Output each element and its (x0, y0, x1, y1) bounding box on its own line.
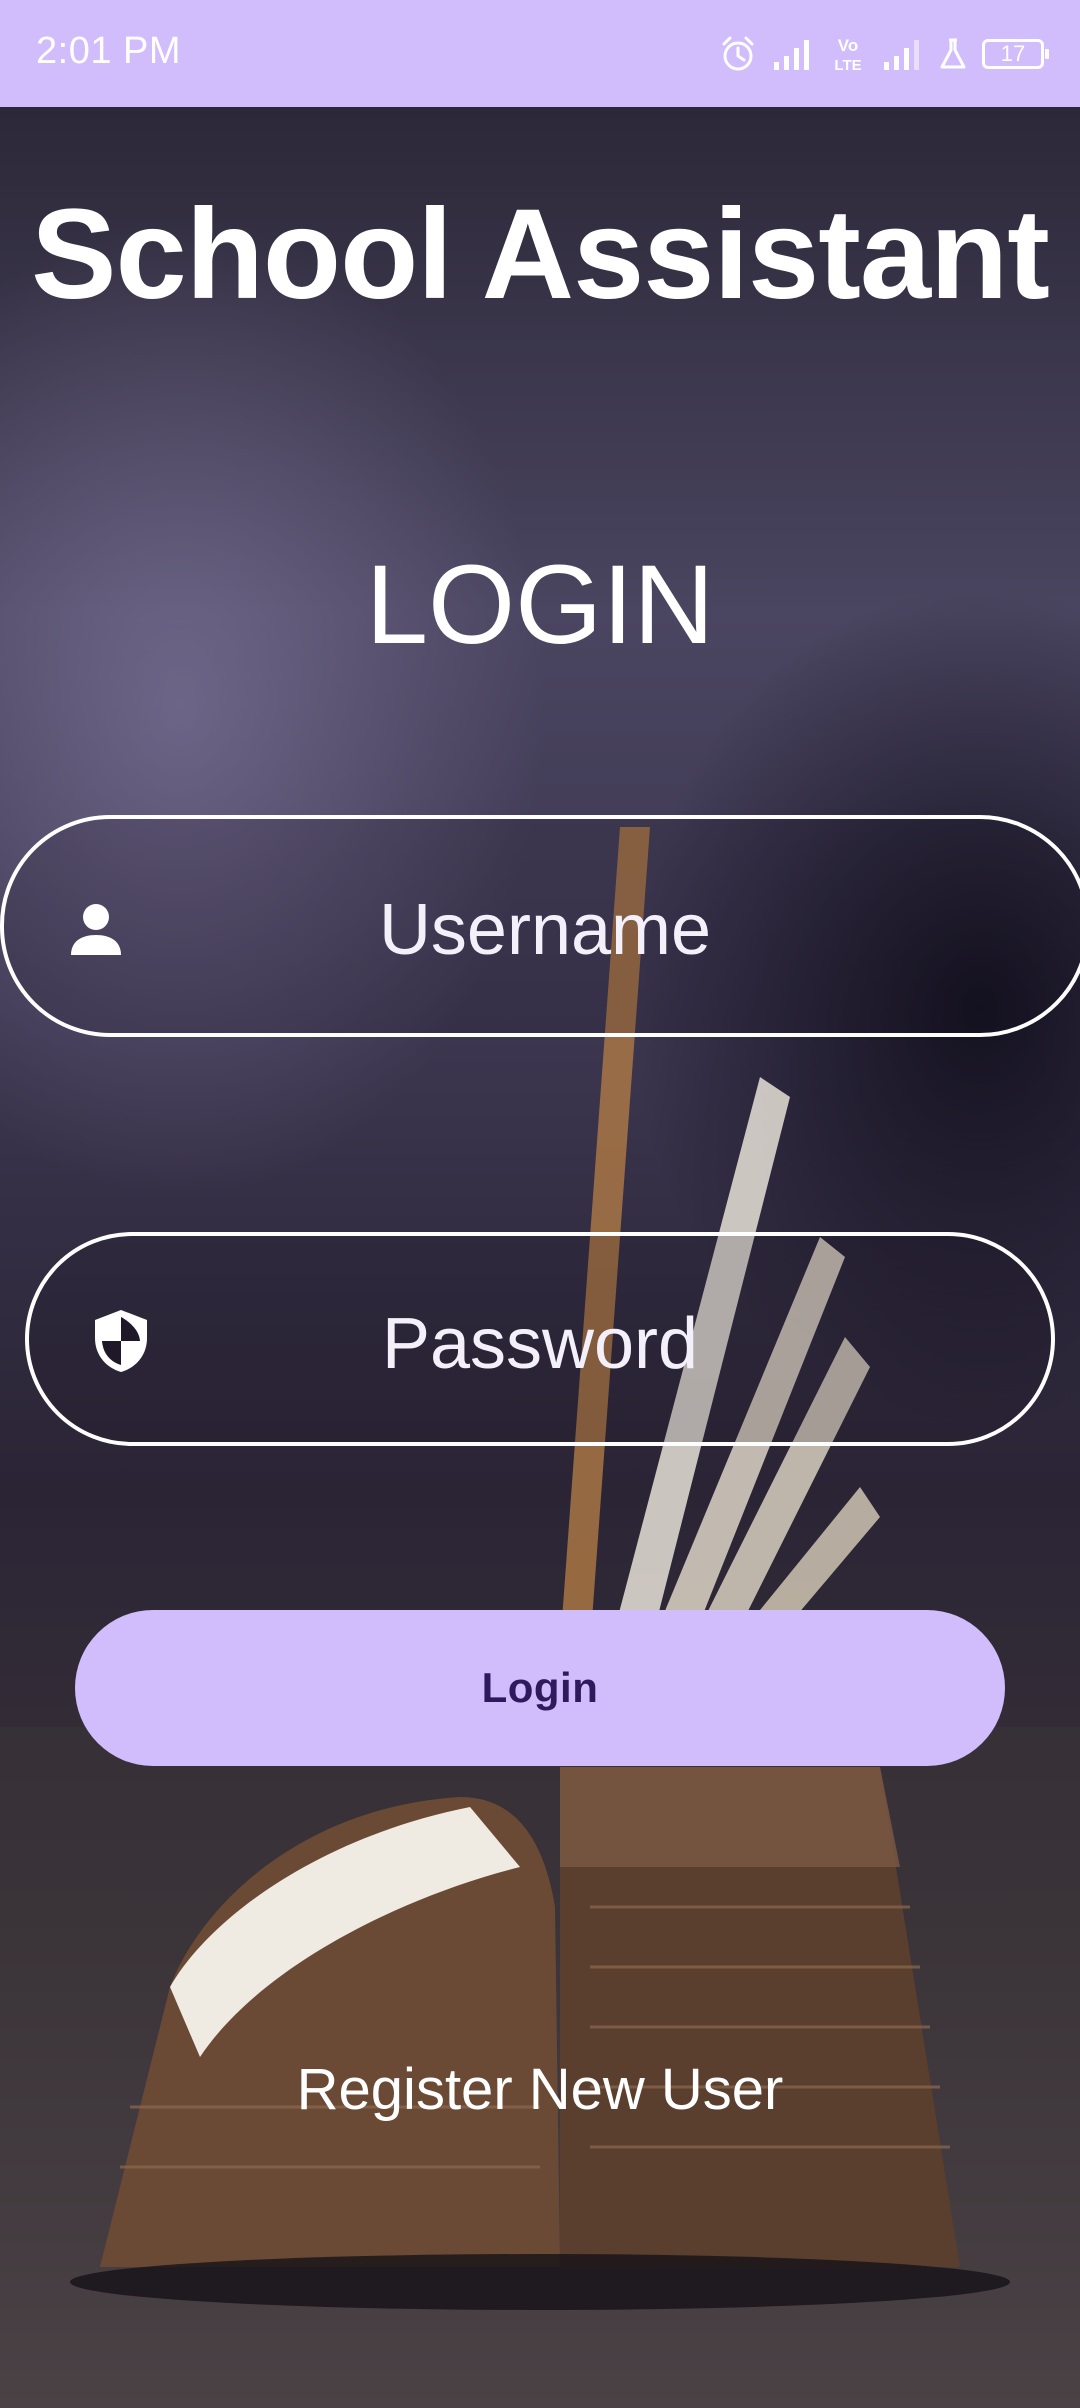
username-field[interactable]: Username (0, 815, 1080, 1037)
login-heading: LOGIN (365, 542, 715, 667)
status-bar: 2:01 PM Vo LTE 17 (0, 0, 1080, 107)
signal-icon (882, 36, 924, 72)
password-placeholder: Password (381, 1304, 699, 1384)
lab-flask-icon (938, 36, 968, 72)
battery-icon: 17 (982, 39, 1049, 69)
username-placeholder: Username (378, 890, 712, 970)
volte-icon: Vo LTE (828, 34, 868, 74)
person-icon (68, 903, 124, 962)
login-button[interactable]: Login (75, 1610, 1005, 1766)
password-field[interactable]: Password (25, 1232, 1055, 1446)
signal-icon (772, 36, 814, 72)
register-new-user-link[interactable]: Register New User (0, 2055, 1080, 2125)
status-time: 2:01 PM (36, 30, 182, 72)
svg-text:Vo: Vo (838, 36, 858, 55)
app-title: School Assistant (31, 183, 1050, 326)
status-icons: Vo LTE 17 (718, 30, 1049, 78)
alarm-icon (718, 34, 758, 74)
login-screen: 2:01 PM Vo LTE 17 School Assistant LOGIN… (0, 0, 1080, 2408)
svg-text:LTE: LTE (834, 57, 861, 74)
shield-icon (93, 1308, 149, 1379)
